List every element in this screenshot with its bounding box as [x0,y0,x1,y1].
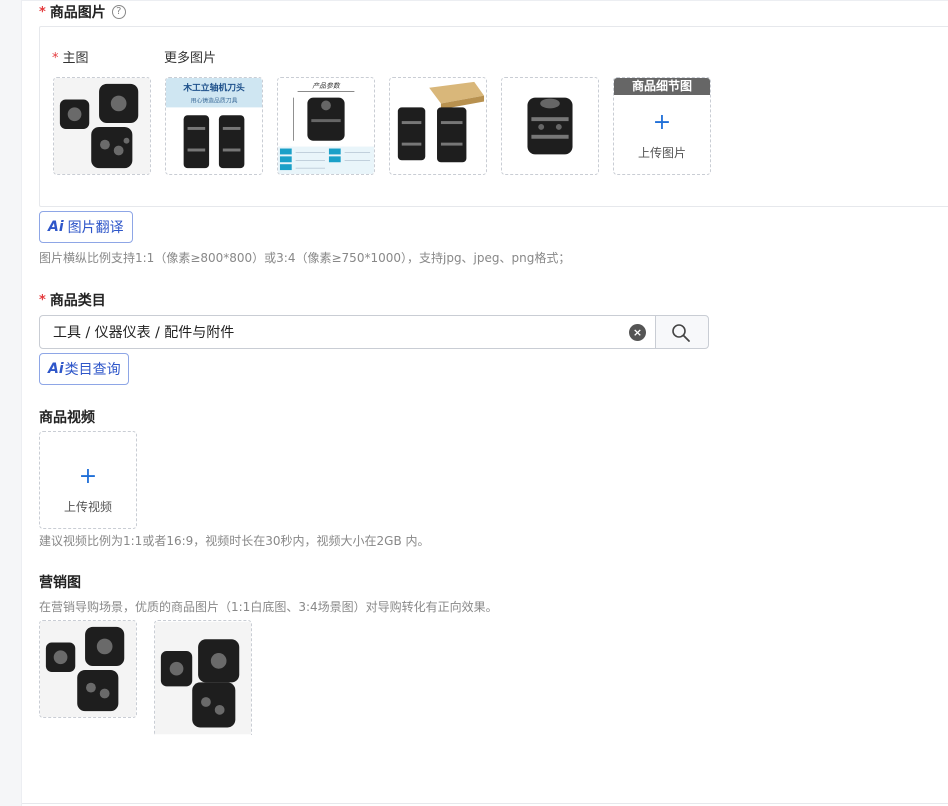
product-images-title: * 商品图片 ? [39,2,126,22]
left-strip [0,0,22,806]
required-mark: * [52,51,59,66]
image-translate-button[interactable]: Ai 图片翻译 [39,211,133,243]
product-photo-icon [40,621,136,717]
main-image-label: * 主图 [52,47,89,66]
video-upload[interactable]: + 上传视频 [39,431,137,529]
help-icon[interactable]: ? [111,5,126,19]
more-images-label: 更多图片 [164,51,217,66]
banner-title: 木工立轴机刀头 [182,82,245,94]
category-label: 商品类目 [49,293,106,309]
upload-video-label: 上传视频 [63,500,112,514]
product-photo-icon [390,78,486,174]
product-photo-icon: 木工立轴机刀头 用心铸造品质刀具 [166,78,262,174]
ai-icon: Ai [48,361,64,377]
plus-icon: + [652,110,672,135]
banner-subtitle: 用心铸造品质刀具 [191,96,238,104]
more-image-thumb-2[interactable]: 产品参数 [277,77,375,175]
category-search-button[interactable] [655,315,709,349]
search-icon [672,324,690,342]
category-value: 工具 / 仪器仪表 / 配件与附件 [53,325,235,341]
category-title: * 商品类目 [39,290,106,310]
marketing-image-square[interactable] [39,620,137,718]
more-image-thumb-3[interactable] [389,77,487,175]
more-image-thumb-1[interactable]: 木工立轴机刀头 用心铸造品质刀具 [165,77,263,175]
main-image-thumb[interactable] [53,77,151,175]
image-translate-label: 图片翻译 [67,220,124,236]
marketing-hint: 在营销导购场景，优质的商品图片（1:1白底图、3:4场景图）对导购转化有正向效果… [39,600,498,614]
more-image-thumb-4[interactable] [501,77,599,175]
product-images-label: 商品图片 [49,5,106,21]
clear-icon[interactable]: × [629,324,646,341]
main-image-text: 主图 [62,51,89,66]
product-photo-icon: 产品参数 [278,78,374,174]
video-hint: 建议视频比例为1:1或者16:9，视频时长在30秒内，视频大小在2GB 内。 [39,534,430,548]
product-images-panel: * 主图 更多图片 木工立轴机刀头 用心铸造品质刀具 产品参数 商品细节图 + … [39,26,948,207]
marketing-title: 营销图 [39,575,81,591]
video-title: 商品视频 [39,410,95,426]
params-title: 产品参数 [312,82,341,90]
product-photo-icon [155,621,251,735]
upload-image-label: 上传图片 [637,146,686,160]
category-query-label: 类目查询 [64,362,121,378]
required-mark: * [39,292,46,308]
top-divider [22,0,948,1]
detail-image-upload[interactable]: 商品细节图 + 上传图片 [613,77,711,175]
bottom-divider [22,803,948,804]
image-ratio-hint: 图片横纵比例支持1:1（像素≥800*800）或3:4（像素≥750*1000）… [39,251,571,265]
ai-icon: Ai [48,219,64,235]
product-photo-icon [54,78,150,174]
required-mark: * [39,4,46,20]
detail-image-header: 商品细节图 [614,78,710,95]
category-input[interactable]: 工具 / 仪器仪表 / 配件与附件 × [39,315,656,349]
plus-icon: + [78,464,98,489]
product-photo-icon [502,78,598,174]
category-query-button[interactable]: Ai 类目查询 [39,353,129,385]
marketing-image-portrait[interactable] [154,620,252,735]
